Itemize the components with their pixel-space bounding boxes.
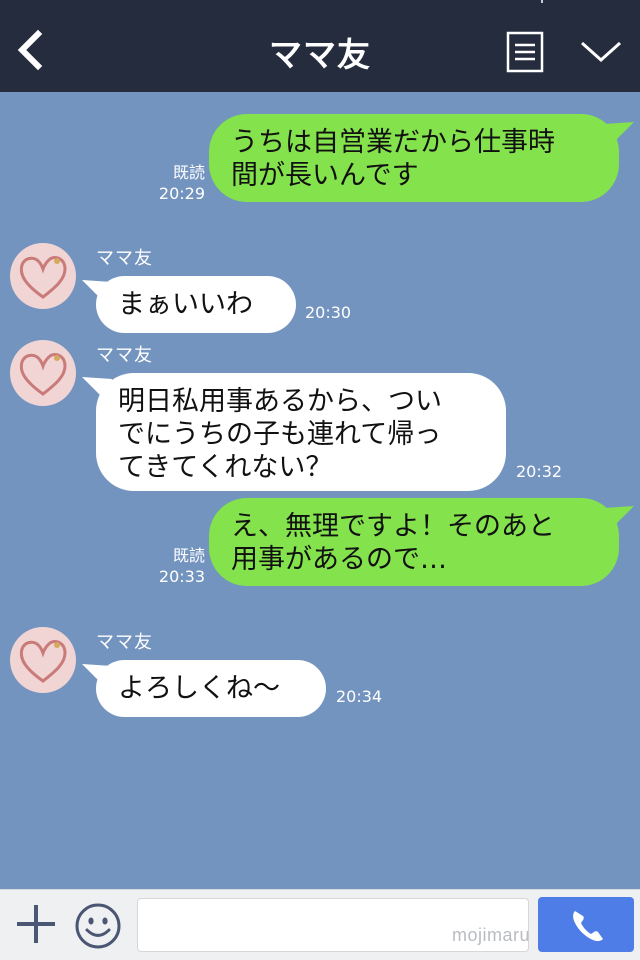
sender-name: ママ友 xyxy=(96,632,153,653)
collapse-button[interactable] xyxy=(578,34,624,68)
input-bar xyxy=(0,889,640,960)
menu-button[interactable] xyxy=(506,31,544,73)
message-bubble[interactable]: 明日私用事あるから、つい でにうちの子も連れて帰っ てきてくれない？ xyxy=(96,373,506,491)
phone-icon xyxy=(573,911,603,942)
call-button[interactable] xyxy=(538,897,634,952)
sender-name: ママ友 xyxy=(96,345,153,366)
message-bubble[interactable]: まぁいいわ xyxy=(96,276,296,333)
emoji-button[interactable] xyxy=(74,902,122,950)
read-label: 既読 xyxy=(172,163,205,182)
heart-icon xyxy=(19,639,67,683)
message-bubble[interactable]: え、無理ですよ！そのあと 用事があるので… xyxy=(209,498,619,586)
message-bubble[interactable]: よろしくね〜 xyxy=(96,660,326,717)
message-bubble[interactable]: うちは自営業だから仕事時 間が長いんです xyxy=(209,114,619,202)
smiley-icon xyxy=(75,903,121,949)
plus-icon xyxy=(17,905,55,943)
message-time: 20:33 xyxy=(158,567,205,586)
read-label: 既読 xyxy=(172,546,205,565)
avatar[interactable] xyxy=(10,243,76,309)
avatar[interactable] xyxy=(10,627,76,693)
add-button[interactable] xyxy=(14,902,58,946)
message-status: 既読 20:33 xyxy=(150,545,205,587)
avatar[interactable] xyxy=(10,340,76,406)
watermark: mojimaru xyxy=(451,925,530,945)
message-time: 20:32 xyxy=(516,462,563,481)
chat-title: ママ友 xyxy=(269,35,371,74)
heart-icon xyxy=(19,352,67,396)
status-mark xyxy=(541,0,543,3)
message-time: 20:29 xyxy=(158,184,205,203)
chevron-down-icon xyxy=(580,41,622,63)
heart-icon xyxy=(19,255,67,299)
message-time: 20:30 xyxy=(305,303,352,322)
list-icon xyxy=(506,31,544,73)
message-time: 20:34 xyxy=(336,687,383,706)
sender-name: ママ友 xyxy=(96,248,153,269)
chat-header: ママ友 xyxy=(0,0,640,92)
message-status: 既読 20:29 xyxy=(150,162,205,204)
